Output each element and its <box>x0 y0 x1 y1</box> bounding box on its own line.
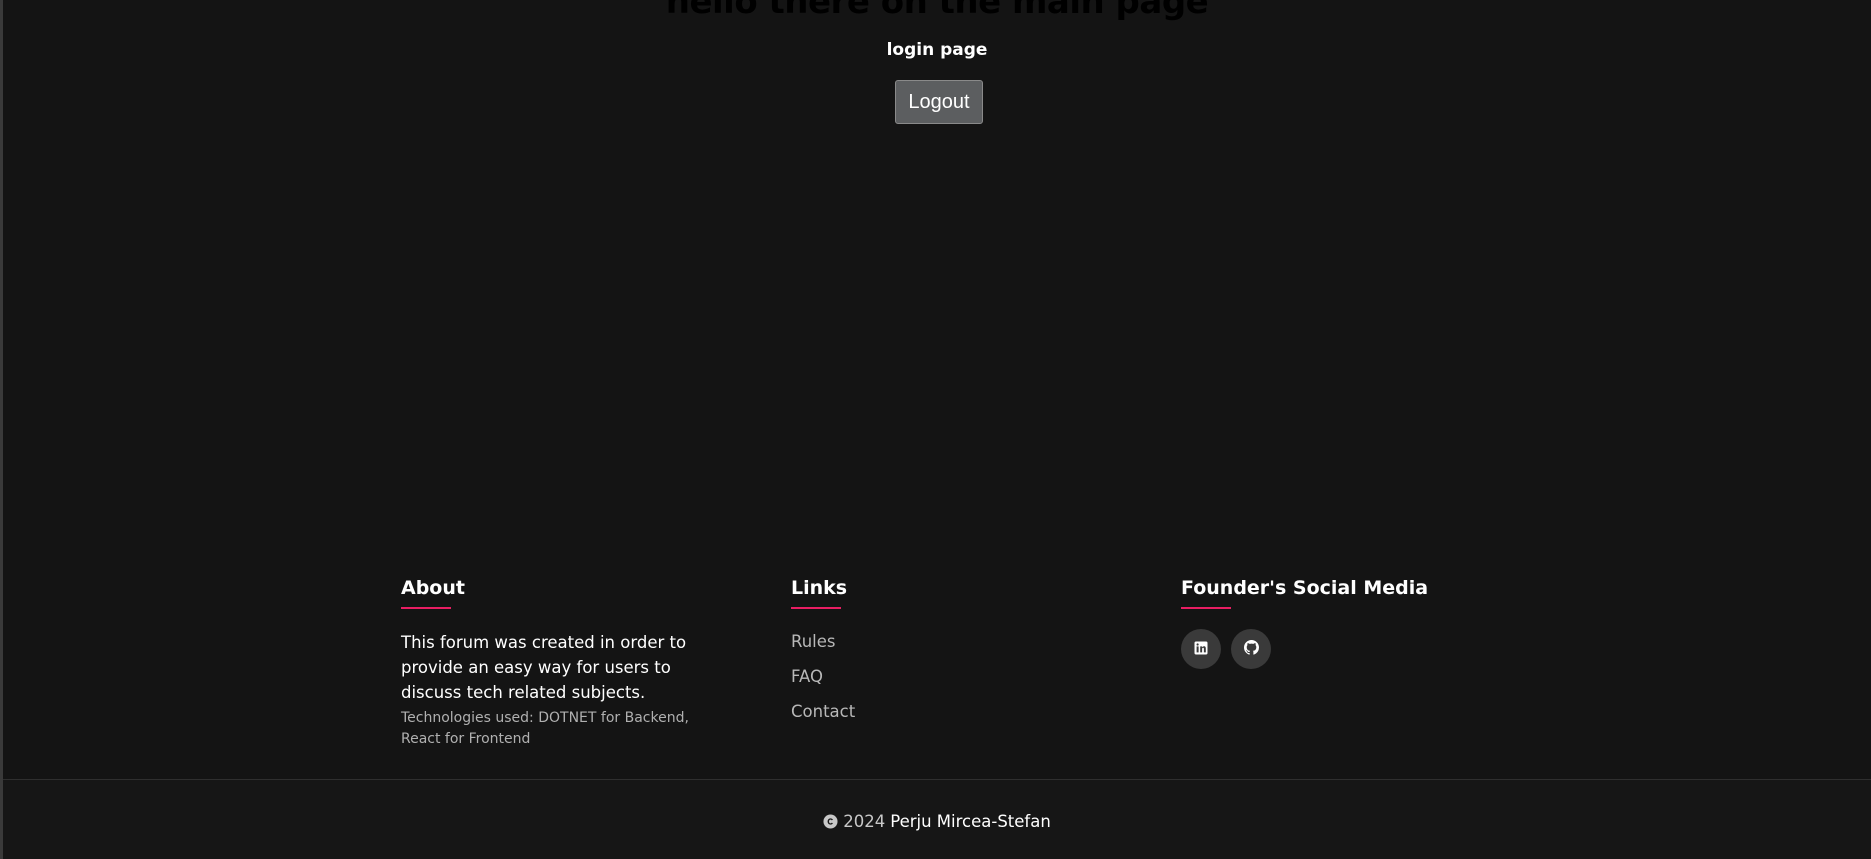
footer-links-section: Links Rules FAQ Contact <box>791 576 1041 735</box>
footer: About This forum was created in order to… <box>3 520 1871 779</box>
social-icons-row <box>1181 629 1481 669</box>
github-icon <box>1243 639 1259 659</box>
links-heading: Links <box>791 577 848 599</box>
copyright-year: 2024 <box>843 812 886 831</box>
linkedin-icon <box>1194 640 1208 659</box>
copyright-icon <box>823 814 838 829</box>
linkedin-button[interactable] <box>1181 629 1221 669</box>
logout-button[interactable]: Logout <box>895 80 983 124</box>
page: hello there on the main page login page … <box>0 0 1871 859</box>
copyright-author: Perju Mircea-Stefan <box>890 812 1051 831</box>
social-heading: Founder's Social Media <box>1181 577 1429 599</box>
about-technologies: Technologies used: DOTNET for Backend, R… <box>401 710 689 747</box>
links-heading-underline <box>791 607 841 609</box>
footer-social-section: Founder's Social Media <box>1181 576 1481 669</box>
page-subtitle: login page <box>886 40 988 60</box>
main-content: hello there on the main page login page … <box>3 0 1871 520</box>
github-button[interactable] <box>1231 629 1271 669</box>
link-faq[interactable]: FAQ <box>791 665 1041 700</box>
social-heading-underline <box>1181 607 1231 609</box>
about-description: This forum was created in order to provi… <box>401 633 687 702</box>
footer-about-section: About This forum was created in order to… <box>401 576 701 750</box>
links-list: Rules FAQ Contact <box>791 630 1041 735</box>
copyright: 2024 Perju Mircea-Stefan <box>3 812 1871 831</box>
link-contact[interactable]: Contact <box>791 700 1041 735</box>
link-rules[interactable]: Rules <box>791 630 1041 665</box>
copyright-bar: 2024 Perju Mircea-Stefan <box>3 780 1871 859</box>
page-title: hello there on the main page <box>665 0 1209 22</box>
about-heading: About <box>401 577 465 599</box>
about-heading-underline <box>401 607 451 609</box>
